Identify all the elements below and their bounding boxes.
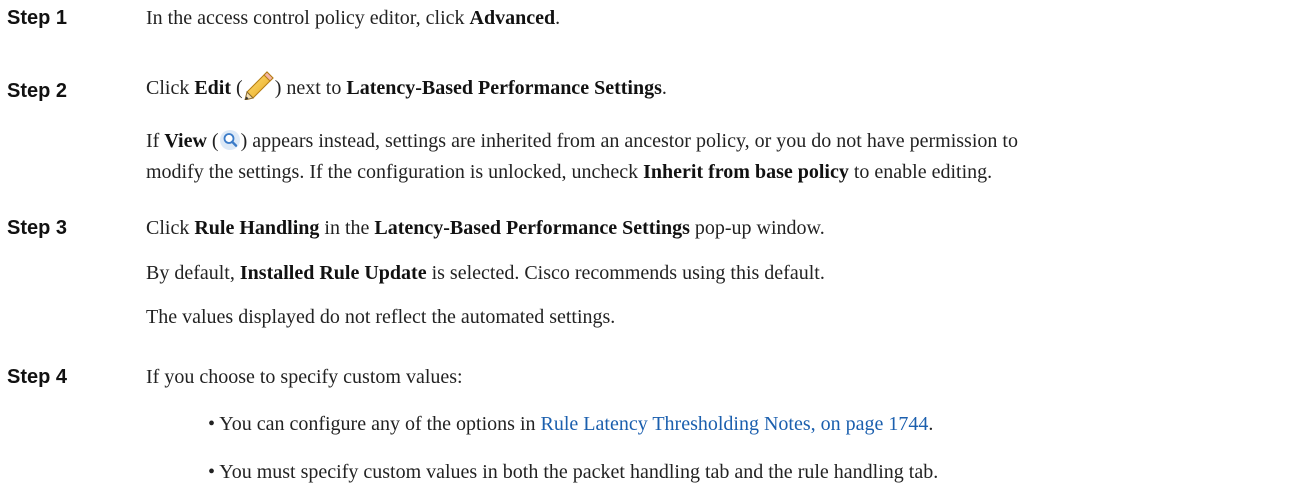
step-1-label: Step 1 <box>7 7 68 29</box>
step-4-label: Step 4 <box>7 366 68 388</box>
step-3-text: Click Rule Handling in the Latency-Based… <box>146 217 825 239</box>
step-3-note-2: The values displayed do not reflect the … <box>146 306 616 328</box>
view-term: View <box>164 130 207 152</box>
magnifier-icon <box>219 130 240 150</box>
inherit-term: Inherit from base policy <box>643 161 849 183</box>
pencil-icon <box>244 71 274 100</box>
step-2-note-line-2: modify the settings. If the configuratio… <box>146 161 993 183</box>
list-item: • You must specify custom values in both… <box>208 461 939 483</box>
edit-term: Edit <box>194 77 232 99</box>
step-3-note-1: By default, Installed Rule Update is sel… <box>146 262 825 284</box>
step-3-label: Step 3 <box>7 217 68 239</box>
step-2-text: Click Edit ( ) next to Latency-Based Per… <box>146 70 667 100</box>
step-4-text: If you choose to specify custom values: <box>146 366 463 388</box>
latency-settings-term: Latency-Based Performance Settings <box>346 77 662 99</box>
rule-handling-term: Rule Handling <box>194 217 320 239</box>
advanced-term: Advanced <box>469 7 556 29</box>
step-2-note-line-1: If View ( ) appears instead, settings ar… <box>146 130 1018 152</box>
list-item: • You can configure any of the options i… <box>208 413 934 435</box>
latency-settings-term: Latency-Based Performance Settings <box>374 217 690 239</box>
rule-latency-notes-link[interactable]: Rule Latency Thresholding Notes, on page… <box>541 413 929 435</box>
step-2-label: Step 2 <box>7 80 68 102</box>
installed-rule-update-term: Installed Rule Update <box>239 262 427 284</box>
step-1-text: In the access control policy editor, cli… <box>146 7 561 29</box>
